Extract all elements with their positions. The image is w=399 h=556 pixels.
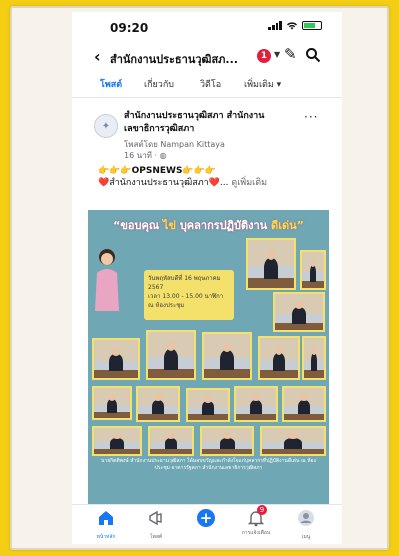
event-photo <box>136 386 180 422</box>
post-text: 👉👉👉OPSNEWS👉👉👉 ❤️สำนักงานประธานวุฒิสภา❤️.… <box>72 160 342 189</box>
banner-text-3: ดีเด่น” <box>271 219 304 232</box>
event-photo <box>148 426 194 456</box>
tab-about[interactable]: เกี่ยวกับ <box>144 77 174 91</box>
back-button[interactable]: ‹ <box>94 47 101 66</box>
nav-home[interactable]: หน้าหลัก <box>86 509 126 541</box>
post-image[interactable]: “ขอบคุณ ไข่ บุคลากรปฏิบัติงาน ดีเด่น” วั… <box>88 210 329 504</box>
bottom-nav: หน้าหลัก โพสต์ + 9 การแจ้งเตือน เมนู <box>72 504 342 544</box>
megaphone-icon <box>149 510 162 526</box>
status-time: 09:20 <box>110 21 149 35</box>
tab-videos[interactable]: วิดีโอ <box>200 77 221 91</box>
signal-icon <box>268 21 282 30</box>
event-photo <box>273 292 325 332</box>
event-photo <box>258 336 300 380</box>
more-options-icon[interactable]: ··· <box>304 110 318 124</box>
plus-icon: + <box>197 509 215 527</box>
post-page-name[interactable]: สำนักงานประธานวุฒิสภา สำนักงานเลขาธิการว… <box>124 110 294 136</box>
wifi-icon <box>287 22 297 30</box>
event-photo <box>202 332 252 380</box>
nav-menu-label: เมนู <box>301 534 311 540</box>
event-photo <box>246 238 296 290</box>
post-time: 16 นาที · ◍ <box>124 149 167 162</box>
event-photo <box>300 250 326 290</box>
event-photo <box>200 426 254 456</box>
banner-text-1: “ขอบคุณ <box>113 219 160 232</box>
page-header: ‹ สำนักงานประธานวุฒิสภ... 1 ▼ ✎ <box>72 42 342 72</box>
page-title: สำนักงานประธานวุฒิสภ... <box>110 53 238 66</box>
nav-menu[interactable]: เมนู <box>286 509 326 541</box>
see-more-link[interactable]: ดูเพิ่มเติม <box>231 178 267 188</box>
globe-icon: ◍ <box>159 151 167 160</box>
edit-pencil-icon[interactable]: ✎ <box>284 45 297 63</box>
status-icons <box>268 21 322 30</box>
event-photo <box>234 386 278 422</box>
image-caption: นายกิตติพงษ์ สำนักงานประธานวุฒิสภา ได้มอ… <box>100 458 316 471</box>
menu-avatar-icon <box>298 510 314 526</box>
image-banner: “ขอบคุณ ไข่ บุคลากรปฏิบัติงาน ดีเด่น” <box>88 210 329 234</box>
nav-notifications[interactable]: 9 การแจ้งเตือน <box>236 505 276 537</box>
nav-notifications-label: การแจ้งเตือน <box>241 530 271 536</box>
banner-text-yellow: ไข่ <box>162 219 176 232</box>
event-photo <box>282 386 326 422</box>
event-info-box: วันพฤหัสบดีที่ 16 พฤษภาคม 2567 เวลา 13.0… <box>144 270 234 320</box>
tab-more[interactable]: เพิ่มเติม ▾ <box>244 77 281 91</box>
tab-posts[interactable]: โพสต์ <box>100 77 122 91</box>
info-date: วันพฤหัสบดีที่ 16 พฤษภาคม 2567 <box>148 275 221 291</box>
post-time-text: 16 นาที · <box>124 151 160 160</box>
event-photo <box>146 330 196 380</box>
post-line-2: ❤️สำนักงานประธานวุฒิสภา❤️... ดูเพิ่มเติม <box>98 177 342 189</box>
info-time: เวลา 13.00 - 15.00 นาฬิกา <box>148 293 224 300</box>
chevron-down-icon[interactable]: ▼ <box>274 50 280 59</box>
nav-create[interactable]: + <box>186 509 226 527</box>
event-photo <box>92 386 132 420</box>
nav-posts-label: โพสต์ <box>149 534 163 540</box>
phone-screen: 09:20 ‹ สำนักงานประธานวุฒิสภ... 1 ▼ ✎ โพ… <box>72 12 342 544</box>
page-avatar[interactable]: ✦ <box>94 114 118 138</box>
post-line-1: 👉👉👉OPSNEWS👉👉👉 <box>98 166 217 176</box>
nav-home-label: หน้าหลัก <box>96 534 116 540</box>
status-bar: 09:20 <box>72 12 342 42</box>
notification-count-badge: 9 <box>257 505 267 515</box>
home-icon <box>99 511 113 525</box>
event-photo <box>92 426 142 456</box>
illustration-girl <box>95 249 119 311</box>
page-tabs: โพสต์ เกี่ยวกับ วิดีโอ เพิ่มเติม ▾ <box>72 72 342 98</box>
event-photo <box>302 336 326 380</box>
event-photo <box>186 388 230 422</box>
battery-icon <box>302 21 322 30</box>
event-photo <box>260 426 326 456</box>
search-icon[interactable] <box>305 47 321 63</box>
event-photo <box>92 338 140 380</box>
post-header: ✦ สำนักงานประธานวุฒิสภา สำนักงานเลขาธิกา… <box>72 98 342 160</box>
notification-badge[interactable]: 1 <box>257 49 271 63</box>
info-venue: ณ ห้องประชุม <box>148 302 185 309</box>
post-line-2-text: ❤️สำนักงานประธานวุฒิสภา❤️... <box>98 178 229 188</box>
nav-posts[interactable]: โพสต์ <box>136 509 176 541</box>
banner-text-2: บุคลากรปฏิบัติงาน <box>179 219 268 232</box>
